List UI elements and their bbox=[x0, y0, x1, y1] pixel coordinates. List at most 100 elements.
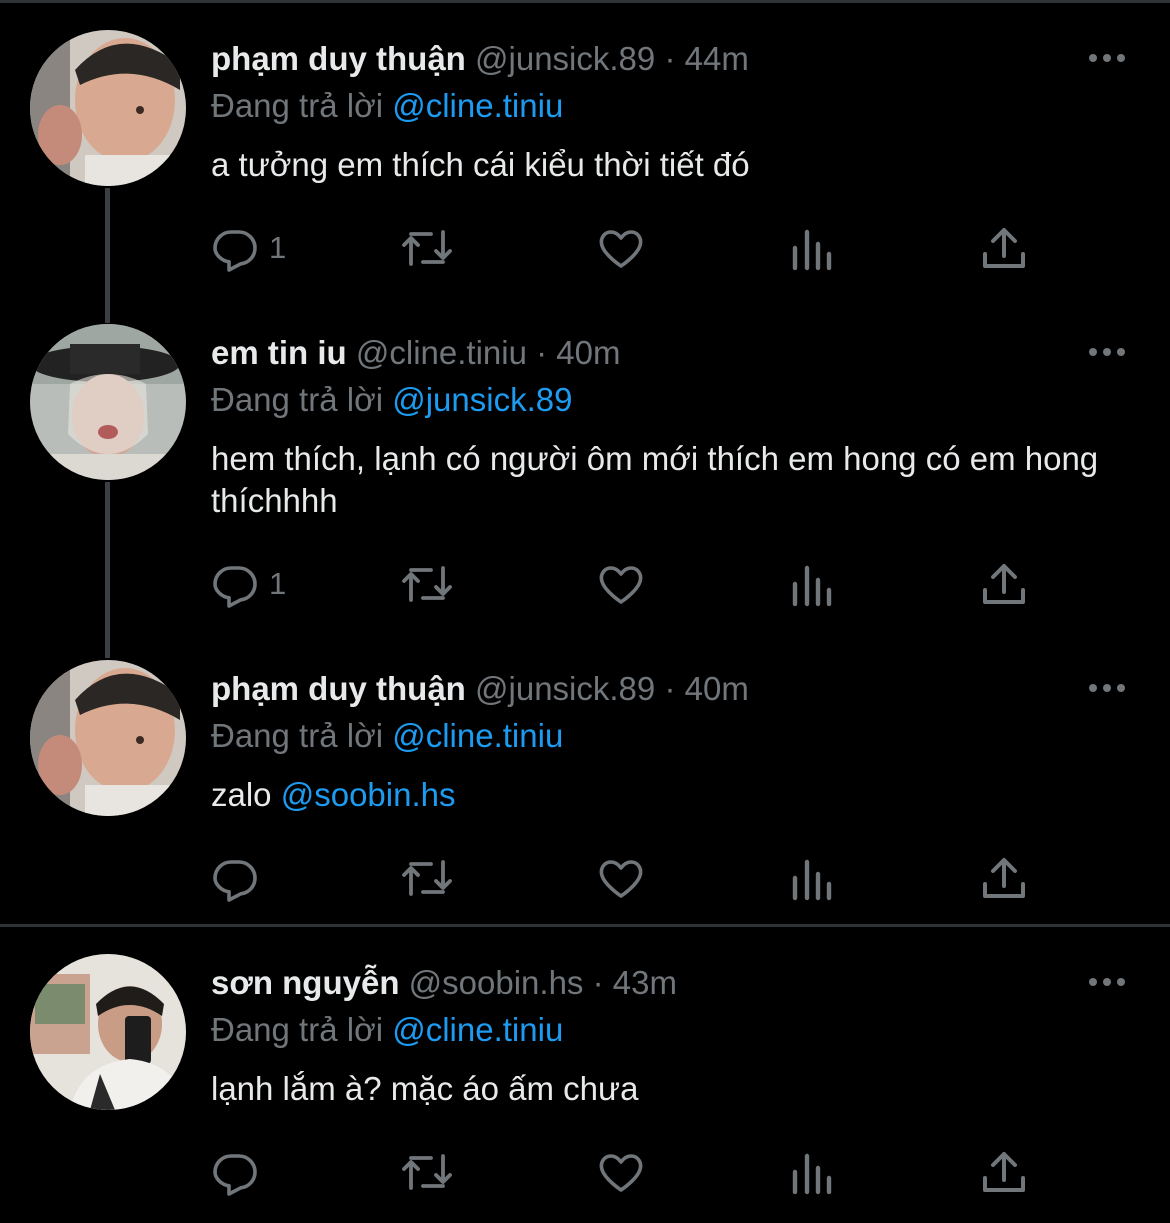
profile-photo bbox=[30, 324, 186, 480]
tweet-text: hem thích, lạnh có người ôm mới thích em… bbox=[211, 438, 1131, 522]
timestamp[interactable]: 40m bbox=[685, 670, 749, 707]
views-button[interactable] bbox=[791, 223, 833, 273]
separator-dot: · bbox=[664, 670, 676, 707]
tweet-header: phạm duy thuận @junsick.89 · 44m bbox=[211, 39, 749, 79]
mention-link[interactable]: @cline.tiniu bbox=[392, 87, 563, 124]
separator-dot: · bbox=[592, 964, 604, 1001]
share-button[interactable] bbox=[981, 559, 1027, 609]
share-icon bbox=[983, 228, 1025, 268]
tweet-text-content: hem thích, lạnh có người ôm mới thích em… bbox=[211, 440, 1099, 519]
tweet-header: em tin iu @cline.tiniu · 40m bbox=[211, 333, 620, 373]
tweet-header: phạm duy thuận @junsick.89 · 40m bbox=[211, 669, 749, 709]
reply-icon bbox=[213, 1154, 257, 1196]
like-icon bbox=[599, 1154, 643, 1192]
retweet-button[interactable] bbox=[401, 559, 453, 609]
avatar[interactable] bbox=[30, 324, 186, 480]
replying-to: Đang trả lời @cline.tiniu bbox=[211, 716, 563, 756]
text-mention-link[interactable]: @soobin.hs bbox=[281, 776, 456, 813]
display-name[interactable]: em tin iu bbox=[211, 334, 347, 371]
display-name[interactable]: phạm duy thuận bbox=[211, 40, 466, 77]
like-icon bbox=[599, 230, 643, 268]
share-button[interactable] bbox=[981, 223, 1027, 273]
tweet-text-content: lạnh lắm à? mặc áo ấm chưa bbox=[211, 1070, 639, 1107]
like-icon bbox=[599, 566, 643, 604]
like-button[interactable] bbox=[597, 853, 645, 903]
more-options-icon[interactable] bbox=[1086, 970, 1128, 994]
action-bar bbox=[211, 853, 1051, 903]
reply-button[interactable]: 1 bbox=[211, 559, 286, 609]
replying-to-label: Đang trả lời bbox=[211, 87, 384, 124]
reply-button[interactable] bbox=[211, 853, 269, 903]
views-button[interactable] bbox=[791, 1147, 833, 1197]
mention-link[interactable]: @cline.tiniu bbox=[392, 717, 563, 754]
display-name[interactable]: phạm duy thuận bbox=[211, 670, 466, 707]
retweet-icon bbox=[402, 860, 452, 896]
share-button[interactable] bbox=[981, 853, 1027, 903]
share-icon bbox=[983, 858, 1025, 898]
user-handle[interactable]: @junsick.89 bbox=[475, 670, 655, 707]
retweet-button[interactable] bbox=[401, 1147, 453, 1197]
user-handle[interactable]: @junsick.89 bbox=[475, 40, 655, 77]
avatar[interactable] bbox=[30, 954, 186, 1110]
avatar[interactable] bbox=[30, 30, 186, 186]
share-icon bbox=[983, 564, 1025, 604]
tweet-text: a tưởng em thích cái kiểu thời tiết đó bbox=[211, 144, 1131, 186]
like-button[interactable] bbox=[597, 1147, 645, 1197]
views-icon bbox=[792, 859, 832, 901]
timestamp[interactable]: 40m bbox=[556, 334, 620, 371]
separator-dot: · bbox=[536, 334, 548, 371]
retweet-icon bbox=[402, 566, 452, 602]
user-handle[interactable]: @soobin.hs bbox=[409, 964, 584, 1001]
action-bar bbox=[211, 1147, 1051, 1197]
replying-to-label: Đang trả lời bbox=[211, 717, 384, 754]
display-name[interactable]: sơn nguyễn bbox=[211, 964, 399, 1001]
share-icon bbox=[983, 1152, 1025, 1192]
like-button[interactable] bbox=[597, 559, 645, 609]
tweet-text-content: zalo bbox=[211, 776, 281, 813]
replying-to-label: Đang trả lời bbox=[211, 381, 384, 418]
reply-icon bbox=[213, 566, 257, 608]
user-handle[interactable]: @cline.tiniu bbox=[356, 334, 527, 371]
like-button[interactable] bbox=[597, 223, 645, 273]
views-button[interactable] bbox=[791, 853, 833, 903]
avatar[interactable] bbox=[30, 660, 186, 816]
views-icon bbox=[792, 1153, 832, 1195]
retweet-button[interactable] bbox=[401, 223, 453, 273]
retweet-icon bbox=[402, 230, 452, 266]
tweet[interactable]: sơn nguyễn @soobin.hs · 43m Đang trả lời… bbox=[0, 954, 1170, 1214]
replying-to: Đang trả lời @cline.tiniu bbox=[211, 86, 563, 126]
share-button[interactable] bbox=[981, 1147, 1027, 1197]
reply-icon bbox=[213, 860, 257, 902]
reply-button[interactable]: 1 bbox=[211, 223, 286, 273]
timestamp[interactable]: 44m bbox=[685, 40, 749, 77]
mention-link[interactable]: @cline.tiniu bbox=[392, 1011, 563, 1048]
thread-divider bbox=[0, 924, 1170, 927]
reply-count: 1 bbox=[269, 230, 287, 265]
retweet-icon bbox=[402, 1154, 452, 1190]
tweet[interactable]: em tin iu @cline.tiniu · 40m Đang trả lờ… bbox=[0, 324, 1170, 644]
views-icon bbox=[792, 565, 832, 607]
reply-count: 1 bbox=[269, 566, 287, 601]
more-options-icon[interactable] bbox=[1086, 46, 1128, 70]
tweet-text-content: a tưởng em thích cái kiểu thời tiết đó bbox=[211, 146, 750, 183]
action-bar: 1 bbox=[211, 559, 1051, 609]
tweet-text: lạnh lắm à? mặc áo ấm chưa bbox=[211, 1068, 1131, 1110]
separator-dot: · bbox=[664, 40, 676, 77]
retweet-button[interactable] bbox=[401, 853, 453, 903]
replying-to-label: Đang trả lời bbox=[211, 1011, 384, 1048]
tweet[interactable]: phạm duy thuận @junsick.89 · 40m Đang tr… bbox=[0, 660, 1170, 920]
tweet-header: sơn nguyễn @soobin.hs · 43m bbox=[211, 963, 677, 1003]
top-border bbox=[0, 0, 1170, 3]
tweet[interactable]: phạm duy thuận @junsick.89 · 44m Đang tr… bbox=[0, 30, 1170, 310]
reply-button[interactable] bbox=[211, 1147, 269, 1197]
views-button[interactable] bbox=[791, 559, 833, 609]
more-options-icon[interactable] bbox=[1086, 676, 1128, 700]
timestamp[interactable]: 43m bbox=[613, 964, 677, 1001]
mention-link[interactable]: @junsick.89 bbox=[392, 381, 572, 418]
more-options-icon[interactable] bbox=[1086, 340, 1128, 364]
replying-to: Đang trả lời @junsick.89 bbox=[211, 380, 572, 420]
replying-to: Đang trả lời @cline.tiniu bbox=[211, 1010, 563, 1050]
views-icon bbox=[792, 229, 832, 271]
profile-photo bbox=[30, 30, 186, 186]
reply-icon bbox=[213, 230, 257, 272]
